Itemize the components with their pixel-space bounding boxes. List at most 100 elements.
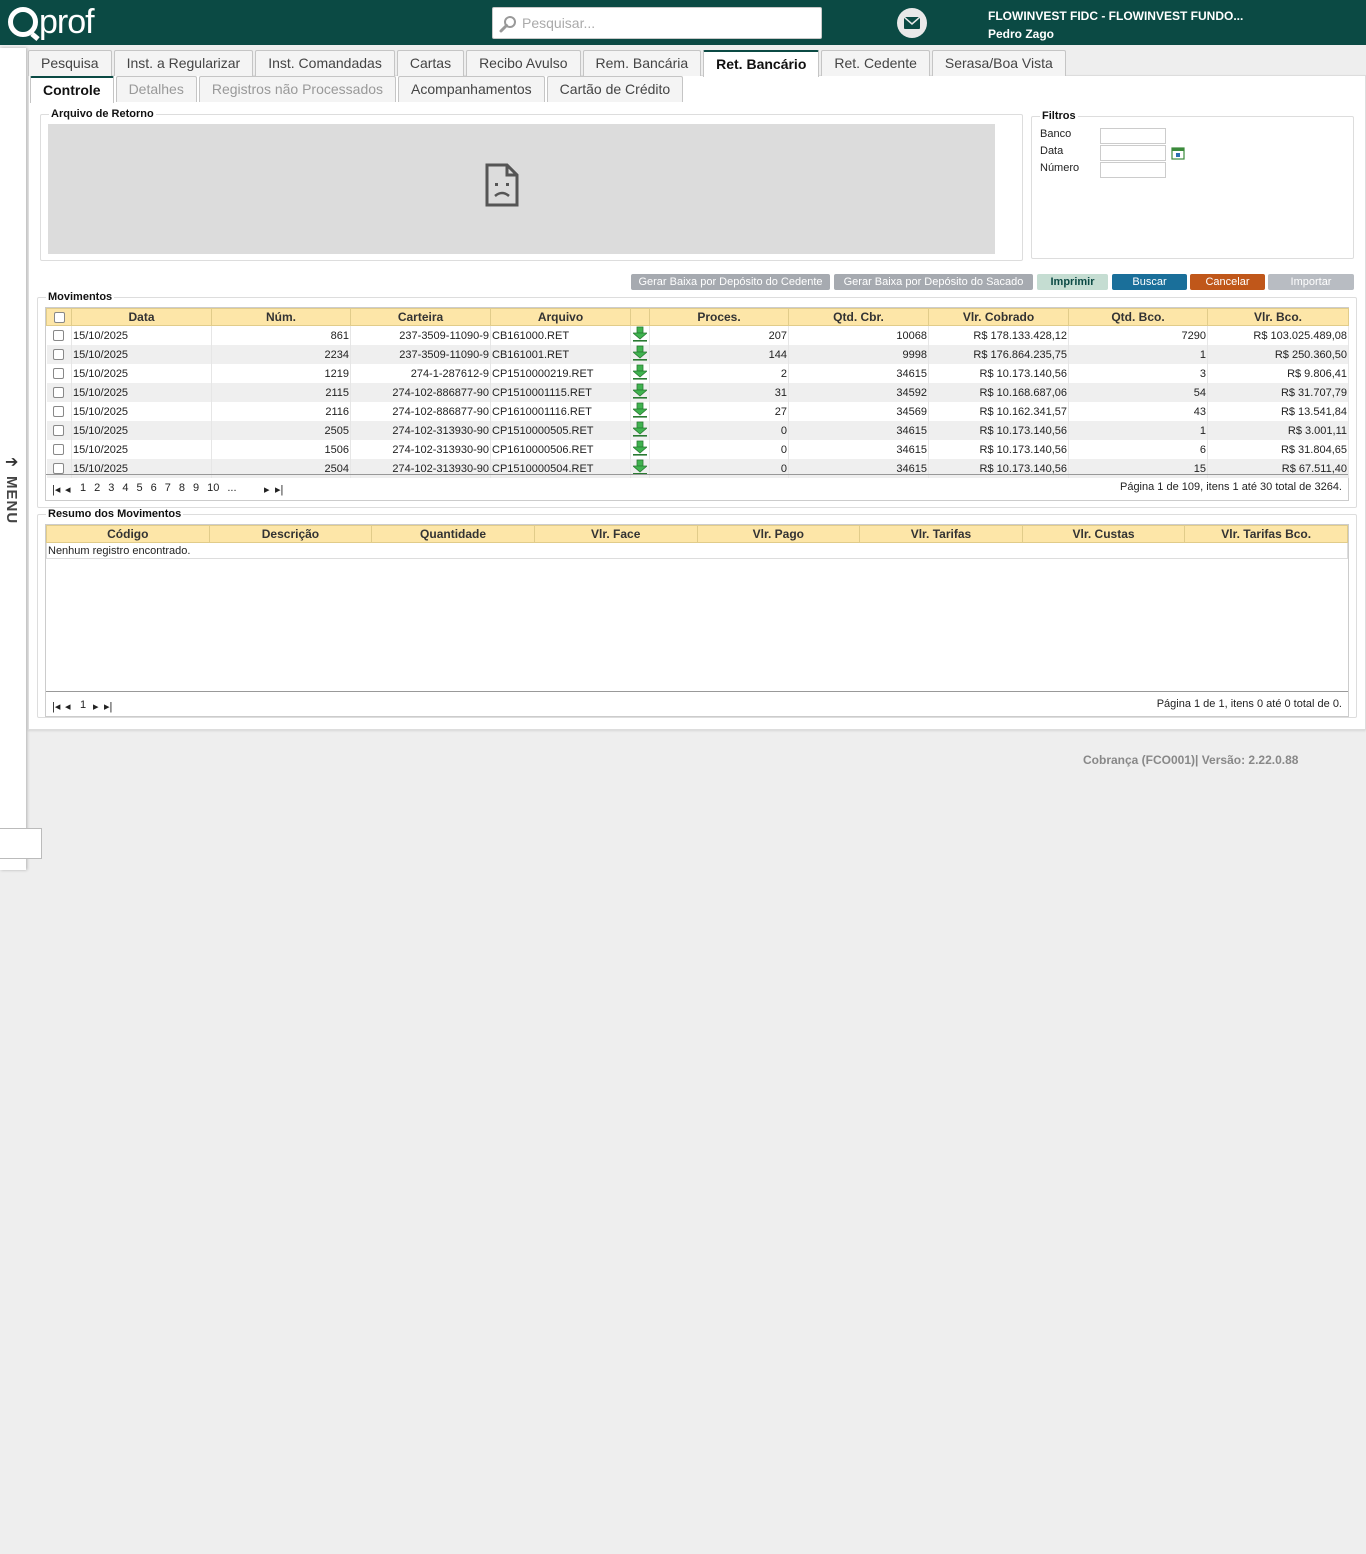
tab-rem-bancaria[interactable]: Rem. Bancária xyxy=(582,50,702,76)
download-icon[interactable] xyxy=(631,440,649,456)
resumo-col-header[interactable]: Código xyxy=(46,525,210,543)
row-checkbox[interactable] xyxy=(53,444,65,456)
download-icon[interactable] xyxy=(631,421,649,437)
tab-cartas[interactable]: Cartas xyxy=(396,50,465,76)
tab-ret-bancario[interactable]: Ret. Bancário xyxy=(703,50,820,77)
col-num[interactable]: Núm. xyxy=(211,308,351,326)
side-menu-toggle[interactable]: ➔ MENU xyxy=(0,48,26,870)
prev-page-icon[interactable]: ◂ xyxy=(65,483,71,496)
tab-acompanhamentos[interactable]: Acompanhamentos xyxy=(398,76,545,102)
resumo-col-header[interactable]: Quantidade xyxy=(371,525,535,543)
row-checkbox[interactable] xyxy=(53,406,65,418)
download-icon[interactable] xyxy=(631,459,649,475)
resumo-last-page-icon[interactable]: ▸| xyxy=(104,700,112,713)
tab-serasa[interactable]: Serasa/Boa Vista xyxy=(931,50,1066,76)
tab-inst-comandadas[interactable]: Inst. Comandadas xyxy=(255,50,395,76)
cell-download[interactable] xyxy=(630,345,650,364)
resumo-col-header[interactable]: Descrição xyxy=(208,525,373,543)
next-page-icon[interactable]: ▸ xyxy=(264,483,270,496)
buscar-button[interactable]: Buscar xyxy=(1112,274,1187,290)
resumo-page-number[interactable]: 1 xyxy=(80,699,86,711)
table-row[interactable]: 15/10/2025 2116 274-102-886877-90 CP1610001… xyxy=(46,402,1349,421)
cell-download[interactable] xyxy=(630,364,650,383)
select-all-header[interactable] xyxy=(46,308,72,326)
download-icon[interactable] xyxy=(631,383,649,399)
col-qtd-cbr[interactable]: Qtd. Cbr. xyxy=(788,308,929,326)
page-link[interactable]: 6 xyxy=(151,482,157,494)
table-row[interactable]: 15/10/2025 1506 274-102-313930-90 CP1610000… xyxy=(46,440,1349,459)
banco-input[interactable] xyxy=(1100,128,1166,144)
tab-registros-nao-processados[interactable]: Registros não Processados xyxy=(198,76,397,102)
col-data[interactable]: Data xyxy=(71,308,212,326)
col-proces[interactable]: Proces. xyxy=(649,308,789,326)
cell-download[interactable] xyxy=(630,325,650,345)
col-vlr-cobrado[interactable]: Vlr. Cobrado xyxy=(928,308,1069,326)
tab-cartao-credito[interactable]: Cartão de Crédito xyxy=(546,76,684,102)
user-info[interactable]: FLOWINVEST FIDC - FLOWINVEST FUNDO... Pe… xyxy=(988,7,1243,43)
resumo-col-header[interactable]: Vlr. Pago xyxy=(696,525,861,543)
numero-input[interactable] xyxy=(1100,162,1166,178)
tab-controle[interactable]: Controle xyxy=(30,76,114,103)
row-checkbox[interactable] xyxy=(53,368,65,380)
col-vlr-bco[interactable]: Vlr. Bco. xyxy=(1207,308,1349,326)
page-link[interactable]: 1 xyxy=(80,482,86,494)
tab-detalhes[interactable]: Detalhes xyxy=(115,76,197,102)
resumo-col-header[interactable]: Vlr. Tarifas xyxy=(859,525,1023,543)
tab-pesquisa[interactable]: Pesquisa xyxy=(28,50,112,76)
logo[interactable]: prof xyxy=(8,2,95,42)
imprimir-button[interactable]: Imprimir xyxy=(1037,274,1108,290)
resumo-next-page-icon[interactable]: ▸ xyxy=(93,700,99,713)
resumo-col-header[interactable]: Vlr. Face xyxy=(533,525,698,543)
page-link[interactable]: 4 xyxy=(122,482,128,494)
first-page-icon[interactable]: |◂ xyxy=(52,483,60,496)
resumo-first-page-icon[interactable]: |◂ xyxy=(52,700,60,713)
cell-download[interactable] xyxy=(630,440,650,459)
row-select-cell[interactable] xyxy=(46,421,72,440)
page-link[interactable]: ... xyxy=(227,482,236,494)
download-icon[interactable] xyxy=(631,326,649,342)
page-link[interactable]: 10 xyxy=(207,482,219,494)
page-link[interactable]: 8 xyxy=(179,482,185,494)
cell-download[interactable] xyxy=(630,383,650,402)
row-select-cell[interactable] xyxy=(46,383,72,402)
col-arquivo[interactable]: Arquivo xyxy=(490,308,631,326)
col-qtd-bco[interactable]: Qtd. Bco. xyxy=(1068,308,1208,326)
row-select-cell[interactable] xyxy=(46,364,72,383)
row-checkbox[interactable] xyxy=(53,349,65,361)
row-checkbox[interactable] xyxy=(53,463,65,475)
cell-download[interactable] xyxy=(630,402,650,421)
table-row[interactable]: 15/10/2025 2234 237-3509-11090-9 CB161001.R… xyxy=(46,345,1349,364)
page-link[interactable]: 5 xyxy=(137,482,143,494)
table-row[interactable]: 15/10/2025 2115 274-102-886877-90 CP1510001… xyxy=(46,383,1349,402)
page-link[interactable]: 9 xyxy=(193,482,199,494)
search-box[interactable] xyxy=(492,7,822,39)
table-row[interactable]: 15/10/2025 2505 274-102-313930-90 CP1510000… xyxy=(46,421,1349,440)
row-select-cell[interactable] xyxy=(46,325,72,345)
row-checkbox[interactable] xyxy=(53,330,65,342)
download-icon[interactable] xyxy=(631,345,649,361)
page-link[interactable]: 2 xyxy=(94,482,100,494)
tab-recibo-avulso[interactable]: Recibo Avulso xyxy=(466,50,581,76)
gerar-baixa-sacado-button[interactable]: Gerar Baixa por Depósito do Sacado xyxy=(834,274,1033,290)
table-row[interactable]: 15/10/2025 1219 274-1-287612-9 CP1510000219… xyxy=(46,364,1349,383)
col-carteira[interactable]: Carteira xyxy=(350,308,491,326)
page-link[interactable]: 3 xyxy=(108,482,114,494)
tab-inst-regularizar[interactable]: Inst. a Regularizar xyxy=(113,50,254,76)
resumo-prev-page-icon[interactable]: ◂ xyxy=(65,700,71,713)
calendar-icon[interactable] xyxy=(1171,146,1185,160)
resumo-col-header[interactable]: Vlr. Tarifas Bco. xyxy=(1184,525,1348,543)
page-link[interactable]: 7 xyxy=(165,482,171,494)
row-select-cell[interactable] xyxy=(46,440,72,459)
data-input[interactable] xyxy=(1100,145,1166,161)
cell-download[interactable] xyxy=(630,421,650,440)
last-page-icon[interactable]: ▸| xyxy=(275,483,283,496)
tab-ret-cedente[interactable]: Ret. Cedente xyxy=(821,50,930,76)
row-checkbox[interactable] xyxy=(53,387,65,399)
download-icon[interactable] xyxy=(631,402,649,418)
row-checkbox[interactable] xyxy=(53,425,65,437)
row-select-cell[interactable] xyxy=(46,345,72,364)
row-select-cell[interactable] xyxy=(46,402,72,421)
table-row[interactable]: 15/10/2025 861 237-3509-11090-9 CB161000.RE… xyxy=(46,325,1349,345)
download-icon[interactable] xyxy=(631,364,649,380)
search-input[interactable] xyxy=(520,12,816,34)
